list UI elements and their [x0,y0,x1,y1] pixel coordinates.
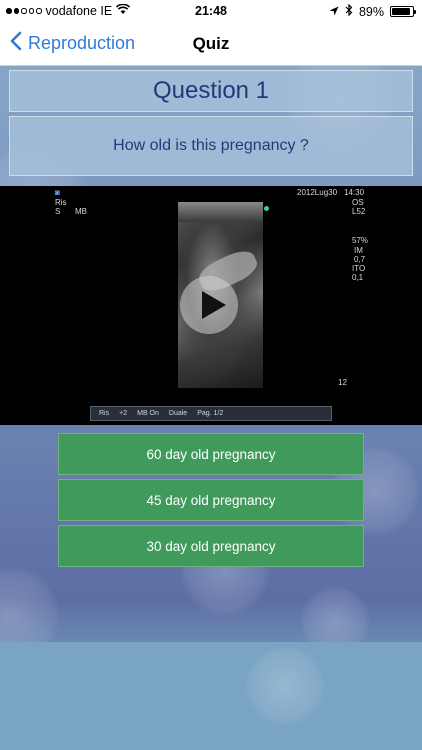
ultrasound-video[interactable]: ◙ Ris S MB 2012Lug30 14:30 OS L52 57% IM… [0,186,422,425]
ultrasound-toolbar: Ris +2 MB On Duale Pag. 1/2 [90,406,332,421]
us-bar-item: Pag. 1/2 [197,410,224,417]
us-label-mb: MB [75,207,87,216]
answer-button-2[interactable]: 45 day old pregnancy [58,479,364,521]
us-bar-item: +2 [119,410,128,417]
us-bar-item: Duale [168,410,188,417]
answer-button-3[interactable]: 30 day old pregnancy [58,525,364,567]
us-side-5: 0,7 [354,255,366,264]
probe-icon: ◙ [55,188,60,197]
navigation-bar: Reproduction Quiz [0,22,422,66]
us-side-7: 0,1 [352,273,364,282]
us-date: 2012Lug30 [297,188,338,197]
bluetooth-icon [345,3,353,19]
us-side-3: 57% [352,236,369,245]
us-depth: 12 [338,378,347,387]
us-time: 14:30 [344,188,365,197]
us-bar-item: Ris [99,410,110,417]
battery-icon [390,6,416,17]
answer-button-1[interactable]: 60 day old pregnancy [58,433,364,475]
quiz-content: Question 1 How old is this pregnancy ? ◙… [0,66,422,750]
location-arrow-icon [329,5,339,19]
us-side-2: L52 [352,207,366,216]
bottom-band [0,642,422,750]
us-label-s: S [55,207,61,216]
question-title: Question 1 [9,70,413,112]
question-prompt: How old is this pregnancy ? [9,116,413,176]
status-dot [264,206,269,211]
us-side-1: OS [352,198,364,207]
status-right: 89% [329,3,416,19]
battery-percent: 89% [358,4,384,19]
page-title: Quiz [192,34,230,53]
us-label-ris: Ris [55,198,67,207]
us-bar-item: MB On [137,410,159,417]
us-side-6: ITO [352,264,366,273]
play-icon[interactable] [180,276,238,334]
status-bar: vodafone IE 21:48 89% [0,0,422,22]
us-side-4: IM [354,246,363,255]
